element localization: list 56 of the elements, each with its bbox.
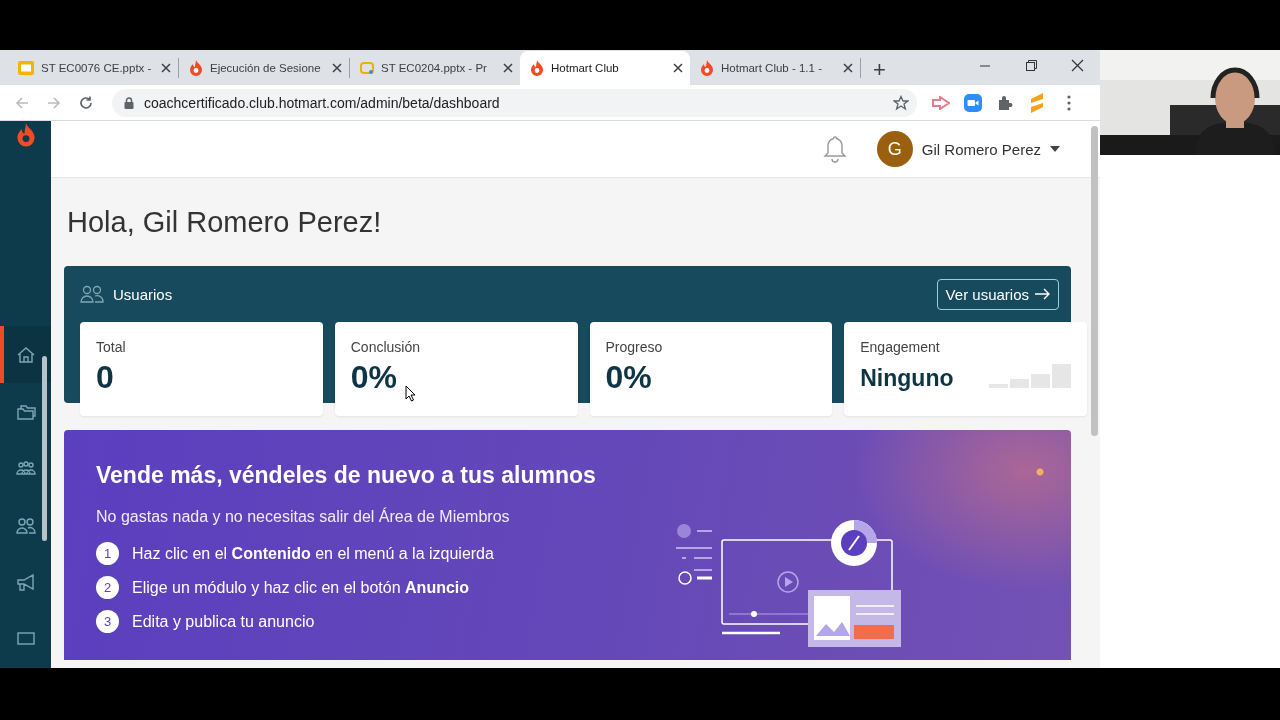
slides-icon — [360, 62, 374, 74]
stat-label: Total — [96, 339, 126, 355]
user-name: Gil Romero Perez — [921, 140, 1041, 158]
step-text: Edita y publica tu anuncio — [132, 612, 315, 631]
puzzle-icon[interactable] — [997, 94, 1013, 111]
step-number: 1 — [96, 542, 119, 565]
step-number: 2 — [96, 576, 119, 599]
browser-tab[interactable]: Ejecución de Sesione — [179, 51, 349, 85]
stat-value: Ninguno — [860, 365, 954, 392]
flame-logo-icon[interactable] — [15, 122, 36, 147]
address-bar[interactable]: coachcertificado.club.hotmart.com/admin/beta/dashboard — [112, 88, 917, 117]
scrollbar-thumb[interactable] — [42, 356, 47, 541]
close-icon[interactable] — [161, 63, 171, 73]
menu-icon[interactable] — [1067, 94, 1071, 111]
stat-label: Engagement — [860, 339, 940, 355]
bell-icon[interactable] — [822, 135, 847, 163]
browser-tab[interactable]: Hotmart Club — [520, 51, 690, 85]
close-icon[interactable] — [332, 63, 342, 73]
view-users-button[interactable]: Ver usuarios — [936, 278, 1059, 310]
users-icon — [80, 285, 104, 303]
arrow-right-icon — [1035, 288, 1050, 300]
stat-label: Conclusión — [350, 339, 420, 355]
browser-tab[interactable]: Hotmart Club - 1.1 - — [690, 51, 860, 85]
cursor-icon — [405, 385, 416, 402]
stat-value: 0% — [350, 359, 397, 396]
stat-value: 0% — [605, 359, 652, 396]
close-icon[interactable] — [843, 63, 853, 73]
camera-extension-icon[interactable] — [964, 93, 982, 112]
user-menu[interactable]: G Gil Romero Perez — [876, 131, 1060, 167]
stat-label: Progreso — [605, 339, 663, 355]
lock-icon — [124, 96, 134, 109]
scrollbar-thumb[interactable] — [1091, 126, 1098, 436]
step-text: Elige un módulo y haz clic en el botón Anuncio — [132, 578, 470, 597]
close-icon[interactable] — [673, 63, 683, 73]
step-text: Haz clic en el Contenido en el menú a la izquierda — [132, 544, 494, 563]
sidebar-item[interactable] — [0, 326, 51, 383]
slides-icon — [18, 61, 34, 75]
step-number: 3 — [96, 610, 119, 633]
reload-icon[interactable] — [78, 94, 94, 111]
megaphone-icon — [14, 571, 37, 594]
close-icon[interactable] — [503, 63, 513, 73]
caret-icon — [1050, 146, 1060, 152]
promo-subtitle: No gastas nada y no necesitas salir del Área de Miembros — [96, 508, 511, 526]
arrow-extension-icon[interactable] — [932, 95, 950, 110]
promo-title: Vende más, véndeles de nuevo a tus alumnos — [96, 462, 597, 489]
new-tab-button[interactable]: + — [873, 59, 886, 81]
panel-title: Usuarios — [113, 285, 174, 303]
flame-icon — [700, 60, 714, 76]
flame-icon — [530, 60, 544, 76]
greeting: Hola, Gil Romero Perez! — [67, 206, 383, 239]
star-icon[interactable] — [893, 94, 909, 111]
flame-icon — [189, 60, 203, 76]
avatar: G — [876, 131, 913, 167]
browser-tab[interactable]: ST EC0204.pptx - Pr — [350, 51, 520, 85]
stat-value: 0 — [96, 359, 114, 396]
browser-tab[interactable]: ST EC0076 CE.pptx - — [8, 51, 178, 85]
